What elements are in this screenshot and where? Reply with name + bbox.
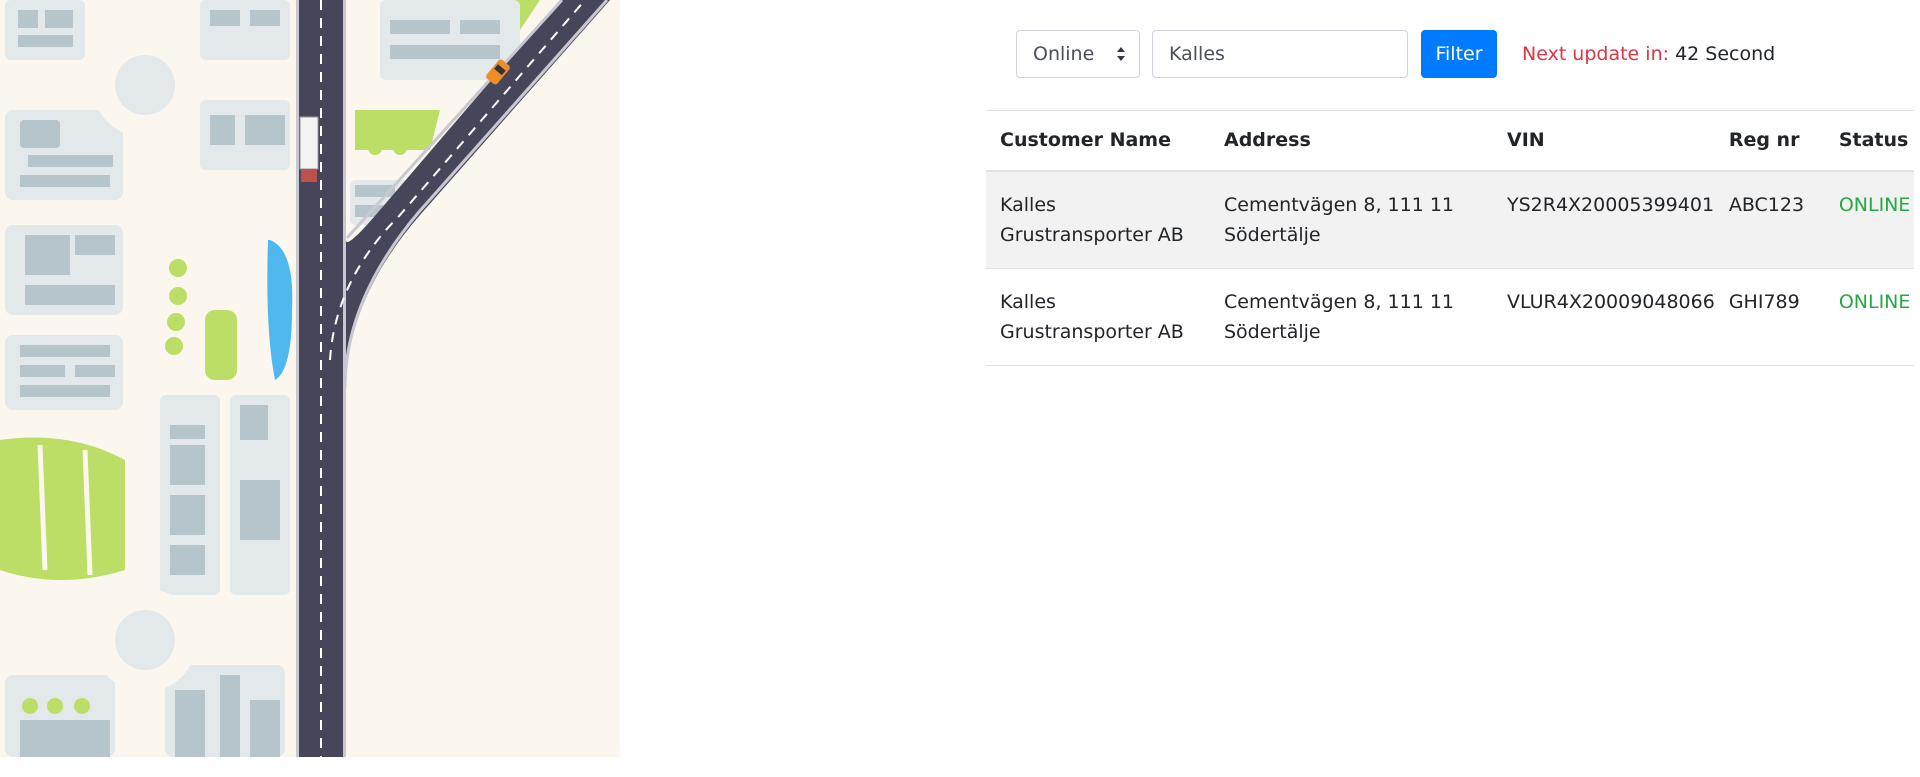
cell-status: ONLINE bbox=[1824, 171, 1914, 269]
cell-vin: VLUR4X20009048066 bbox=[1493, 268, 1715, 366]
customer-name-line: Grustransporter AB bbox=[1000, 321, 1184, 343]
header-vin[interactable]: VIN bbox=[1493, 110, 1715, 172]
header-status[interactable]: Status bbox=[1824, 110, 1914, 172]
customer-name-line: Grustransporter AB bbox=[1000, 224, 1184, 246]
header-customer-name[interactable]: Customer Name bbox=[986, 110, 1210, 172]
cell-reg-nr: ABC123 bbox=[1714, 171, 1825, 269]
cell-status: ONLINE bbox=[1824, 268, 1914, 366]
customer-name-line: Kalles bbox=[1000, 194, 1056, 216]
city-map-illustration bbox=[0, 0, 620, 757]
vehicle-table: Customer Name Address VIN Reg nr Status … bbox=[986, 110, 1914, 366]
next-update-label: Next update in: bbox=[1522, 43, 1670, 65]
status-select[interactable]: Online bbox=[1016, 30, 1140, 78]
next-update-indicator: Next update in: 42 Second bbox=[1522, 30, 1775, 78]
address-line: Södertälje bbox=[1224, 224, 1321, 246]
customer-name-line: Kalles bbox=[1000, 291, 1056, 313]
cell-address: Cementvägen 8, 111 11 Södertälje bbox=[1210, 171, 1493, 269]
table-header-row: Customer Name Address VIN Reg nr Status bbox=[986, 110, 1914, 172]
search-input[interactable]: Kalles bbox=[1152, 30, 1408, 78]
search-input-value: Kalles bbox=[1169, 43, 1225, 65]
cell-vin: YS2R4X20005399401 bbox=[1493, 171, 1715, 269]
address-line: Cementvägen 8, 111 11 bbox=[1224, 291, 1455, 313]
header-reg-nr[interactable]: Reg nr bbox=[1714, 110, 1825, 172]
header-address[interactable]: Address bbox=[1210, 110, 1493, 172]
cell-customer-name: Kalles Grustransporter AB bbox=[986, 268, 1210, 366]
address-line: Cementvägen 8, 111 11 bbox=[1224, 194, 1455, 216]
select-caret-icon bbox=[1117, 47, 1125, 61]
truck-icon bbox=[299, 116, 319, 182]
filter-bar: Online Kalles Filter Next update in: 42 … bbox=[986, 0, 1914, 111]
next-update-value: 42 Second bbox=[1675, 43, 1776, 65]
status-select-value: Online bbox=[1033, 43, 1095, 65]
cell-customer-name: Kalles Grustransporter AB bbox=[986, 171, 1210, 269]
cell-reg-nr: GHI789 bbox=[1714, 268, 1825, 366]
table-row[interactable]: Kalles Grustransporter AB Cementvägen 8,… bbox=[986, 268, 1914, 366]
address-line: Södertälje bbox=[1224, 321, 1321, 343]
cell-address: Cementvägen 8, 111 11 Södertälje bbox=[1210, 268, 1493, 366]
filter-button[interactable]: Filter bbox=[1421, 30, 1497, 78]
table-row[interactable]: Kalles Grustransporter AB Cementvägen 8,… bbox=[986, 171, 1914, 269]
